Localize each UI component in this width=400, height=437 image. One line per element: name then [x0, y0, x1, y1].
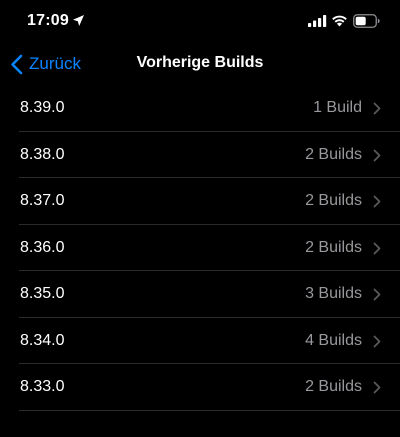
chevron-right-icon: [373, 149, 381, 161]
page-title: Vorherige Builds: [136, 54, 264, 71]
build-count: 2 Builds: [305, 378, 362, 395]
build-count: 2 Builds: [305, 238, 362, 256]
build-version: 8.39.0: [20, 99, 65, 116]
build-version: 8.36.0: [20, 238, 65, 256]
screen: 17:09 Zurück Vorherige Builds 8.39.0 1 B…: [0, 0, 400, 437]
build-count: 2 Builds: [305, 145, 362, 163]
battery-icon: [353, 14, 380, 28]
location-arrow-icon: [73, 15, 84, 26]
build-count: 2 Builds: [305, 192, 362, 209]
build-version: 8.37.0: [20, 192, 65, 209]
navigation-bar: Zurück Vorherige Builds: [0, 44, 400, 84]
build-count: 3 Builds: [305, 285, 362, 302]
list-item[interactable]: 8.38.0 2 Builds: [0, 132, 400, 178]
wifi-icon: [332, 15, 347, 27]
status-bar: 17:09: [0, 0, 400, 44]
list-item[interactable]: 8.34.0 4 Builds: [0, 318, 400, 364]
cellular-signal-icon: [308, 15, 327, 27]
build-count: 4 Builds: [305, 331, 362, 349]
chevron-right-icon: [373, 195, 381, 208]
chevron-right-icon: [373, 288, 381, 301]
build-version: 8.35.0: [20, 285, 65, 302]
row-separator: [19, 409, 400, 411]
build-count: 1 Build: [313, 99, 362, 116]
chevron-right-icon: [373, 242, 381, 254]
build-version: 8.38.0: [20, 145, 65, 163]
list-item[interactable]: 8.37.0 2 Builds: [0, 178, 400, 225]
build-list: 8.39.0 1 Build 8.38.0 2 Builds 8.37.0 2 …: [0, 85, 400, 411]
build-version: 8.34.0: [20, 331, 65, 349]
list-item[interactable]: 8.35.0 3 Builds: [0, 271, 400, 318]
list-item[interactable]: 8.33.0 2 Builds: [0, 364, 400, 411]
chevron-right-icon: [373, 335, 381, 347]
list-item[interactable]: 8.39.0 1 Build: [0, 85, 400, 132]
chevron-right-icon: [373, 102, 381, 115]
chevron-right-icon: [373, 381, 381, 394]
status-time: 17:09: [27, 12, 69, 29]
list-item[interactable]: 8.36.0 2 Builds: [0, 225, 400, 271]
build-version: 8.33.0: [20, 378, 65, 395]
